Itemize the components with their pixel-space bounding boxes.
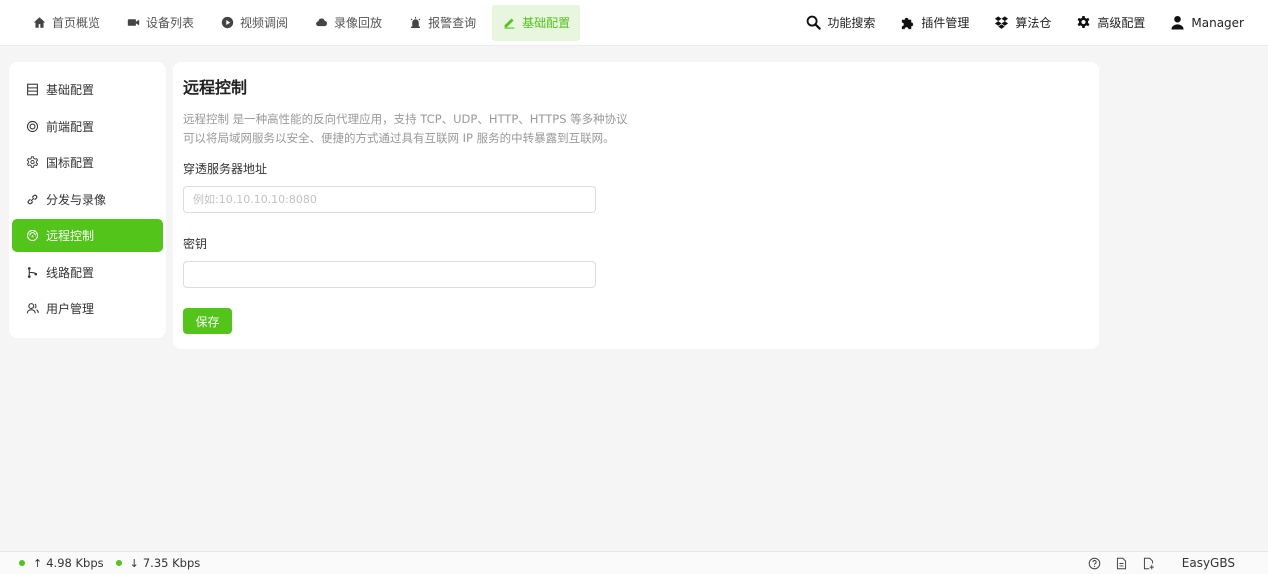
server-address-label: 穿透服务器地址 [183, 162, 268, 176]
home-icon [32, 16, 46, 30]
nav-item-label: 算法仓 [1015, 16, 1052, 30]
target-icon [25, 119, 39, 133]
remote-control-panel: 远程控制 远程控制 是一种高性能的反向代理应用，支持 TCP、UDP、HTTP、… [173, 62, 1099, 349]
user-icon [1169, 15, 1185, 31]
nav-item-label: 高级配置 [1097, 16, 1146, 30]
nav-item-plugins[interactable]: 插件管理 [889, 5, 979, 41]
status-dot [115, 560, 122, 566]
brand-name: EasyGBS [1181, 556, 1235, 570]
nav-item-home[interactable]: 首页概览 [22, 5, 110, 41]
nav-item-algorithms[interactable]: 算法仓 [983, 5, 1061, 41]
upload-rate: ↑ 4.98 Kbps [19, 556, 104, 570]
status-actions: EasyGBS [1075, 556, 1268, 570]
server-address-input[interactable] [183, 186, 596, 213]
sidebar-item-label: 国标配置 [46, 156, 95, 170]
document-icon[interactable] [1115, 556, 1129, 570]
page-title: 远程控制 [183, 78, 248, 97]
users-icon [25, 302, 39, 316]
settings-icon [25, 156, 39, 170]
sidebar-item-label: 线路配置 [46, 265, 95, 280]
status-bar: ↑ 4.98 Kbps ↓ 7.35 Kbps EasyGBS [0, 551, 1268, 574]
nav-item-label: 录像回放 [334, 16, 383, 30]
download-rate: ↓ 7.35 Kbps [115, 556, 201, 570]
link-icon [25, 192, 39, 206]
remote-icon [25, 229, 39, 243]
puzzle-icon [899, 15, 915, 31]
sidebar-item-users[interactable]: 用户管理 [12, 292, 163, 325]
alarm-icon [408, 16, 422, 30]
nav-item-label: 视频调阅 [240, 16, 289, 30]
sidebar-item-gb[interactable]: 国标配置 [12, 146, 163, 179]
sidebar-item-distribution[interactable]: 分发与录像 [12, 183, 163, 216]
search-icon [805, 15, 821, 31]
arrow-down-icon: ↓ [129, 556, 139, 570]
sidebar-item-label: 基础配置 [46, 83, 95, 97]
secret-key-label: 密钥 [183, 237, 208, 251]
edit-icon [502, 16, 516, 30]
utility-nav: 功能搜索 插件管理 算法仓 高级配置 Manager [795, 0, 1268, 46]
sidebar-item-frontend[interactable]: 前端配置 [12, 110, 163, 143]
branch-icon [25, 265, 39, 279]
nav-item-label: 基础配置 [522, 16, 571, 30]
nav-item-alarm[interactable]: 报警查询 [398, 5, 486, 41]
sidebar-item-label: 远程控制 [46, 229, 95, 243]
config-sidebar: 基础配置 前端配置 国标配置 分发与录像 远程控制 线路配置 用户管理 [9, 62, 166, 338]
nav-item-user[interactable]: Manager [1159, 5, 1254, 41]
description-line-1: 远程控制 是一种高性能的反向代理应用，支持 TCP、UDP、HTTP、HTTPS… [183, 112, 628, 126]
nav-item-advanced[interactable]: 高级配置 [1065, 5, 1155, 41]
upload-value: 4.98 Kbps [46, 556, 104, 570]
sidebar-item-label: 前端配置 [46, 119, 95, 134]
arrow-up-icon: ↑ [33, 556, 43, 570]
secret-key-input[interactable] [183, 261, 596, 288]
nav-item-playback[interactable]: 录像回放 [304, 5, 392, 41]
camera-icon [126, 16, 140, 30]
nav-item-devices[interactable]: 设备列表 [116, 5, 204, 41]
main-nav: 首页概览 设备列表 视频调阅 录像回放 报警查询 基础配置 [0, 0, 586, 46]
nav-item-label: 设备列表 [146, 16, 195, 30]
status-dot [19, 560, 25, 566]
sidebar-item-label: 用户管理 [46, 302, 95, 316]
nav-item-label: 插件管理 [921, 16, 970, 30]
play-circle-icon [220, 16, 234, 30]
add-file-icon[interactable] [1142, 556, 1156, 570]
description-line-2: 可以将局域网服务以安全、便捷的方式通过具有互联网 IP 服务的中转暴露到互联网。 [183, 131, 615, 145]
cloud-icon [314, 16, 328, 30]
sidebar-item-remote[interactable]: 远程控制 [12, 219, 163, 252]
gear-icon [1075, 15, 1091, 31]
sidebar-item-basic[interactable]: 基础配置 [12, 73, 163, 106]
network-stats: ↑ 4.98 Kbps ↓ 7.35 Kbps [0, 556, 212, 570]
nav-item-search[interactable]: 功能搜索 [795, 5, 885, 41]
nav-item-label: 首页概览 [52, 16, 101, 30]
nav-item-video[interactable]: 视频调阅 [210, 5, 298, 41]
dropbox-icon [993, 15, 1009, 31]
list-icon [25, 83, 39, 97]
nav-item-basic-config[interactable]: 基础配置 [492, 4, 581, 41]
nav-item-label: 功能搜索 [827, 16, 876, 30]
nav-item-label: Manager [1191, 15, 1244, 30]
sidebar-item-route[interactable]: 线路配置 [12, 256, 163, 289]
save-button[interactable]: 保存 [183, 308, 232, 334]
top-navbar: 首页概览 设备列表 视频调阅 录像回放 报警查询 基础配置 功能搜索 插件管理 … [0, 0, 1268, 46]
help-icon[interactable] [1088, 556, 1102, 570]
download-value: 7.35 Kbps [142, 556, 201, 570]
nav-item-label: 报警查询 [428, 16, 477, 30]
sidebar-item-label: 分发与录像 [46, 192, 107, 207]
